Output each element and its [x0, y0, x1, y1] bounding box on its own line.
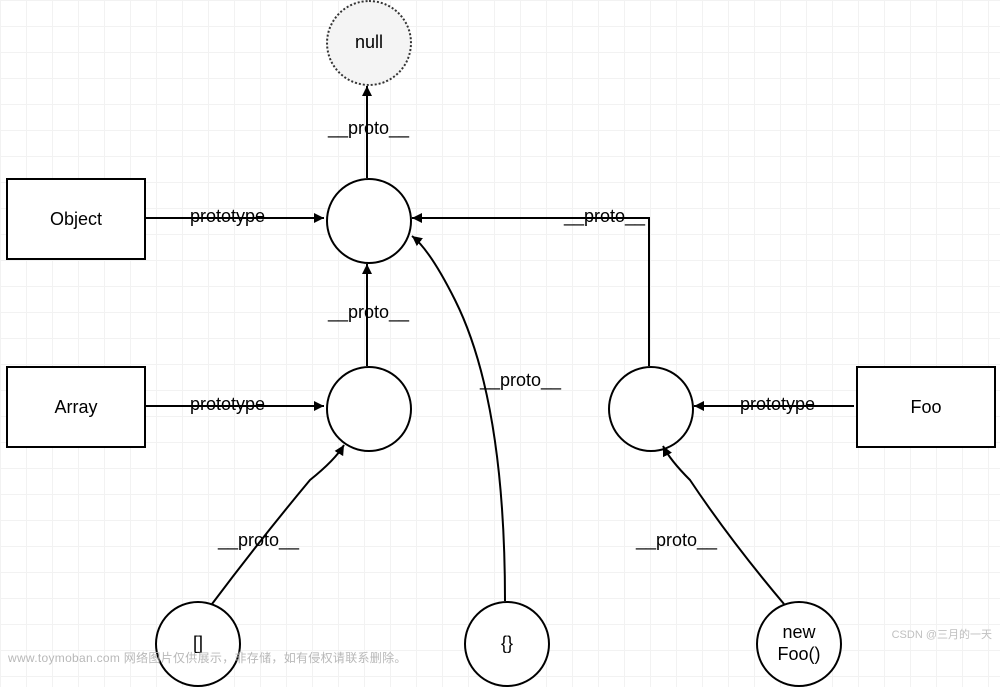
node-empty-array: [] — [155, 601, 241, 687]
watermark-left: www.toymoban.com 网络图片仅供展示，非存储，如有侵权请联系删除。 — [8, 649, 407, 666]
label-emptyarr-proto: __proto__ — [218, 530, 299, 551]
label-emptyobj-proto: __proto__ — [480, 370, 561, 391]
node-foo-label: Foo — [910, 397, 941, 418]
node-null: null — [326, 0, 412, 86]
node-object: Object — [6, 178, 146, 260]
node-array-label: Array — [54, 397, 97, 418]
node-empty-object-label: {} — [501, 633, 513, 655]
arrows-layer — [0, 0, 1000, 672]
label-foo-prototype: prototype — [740, 394, 815, 415]
node-object-label: Object — [50, 209, 102, 230]
node-new-foo-label: new Foo() — [777, 622, 820, 665]
label-newfoo-proto: __proto__ — [636, 530, 717, 551]
label-arrproto-proto: __proto__ — [328, 302, 409, 323]
label-array-prototype: prototype — [190, 394, 265, 415]
node-array-prototype — [326, 366, 412, 452]
node-new-foo: new Foo() — [756, 601, 842, 687]
node-object-prototype — [326, 178, 412, 264]
node-null-label: null — [355, 32, 383, 54]
label-proto-null: __proto__ — [328, 118, 409, 139]
watermark-right: CSDN @三月的一天 — [892, 626, 992, 642]
label-object-prototype: prototype — [190, 206, 265, 227]
node-empty-object: {} — [464, 601, 550, 687]
node-foo-prototype — [608, 366, 694, 452]
label-fooproto-proto: __proto__ — [564, 206, 645, 227]
node-array: Array — [6, 366, 146, 448]
node-foo: Foo — [856, 366, 996, 448]
